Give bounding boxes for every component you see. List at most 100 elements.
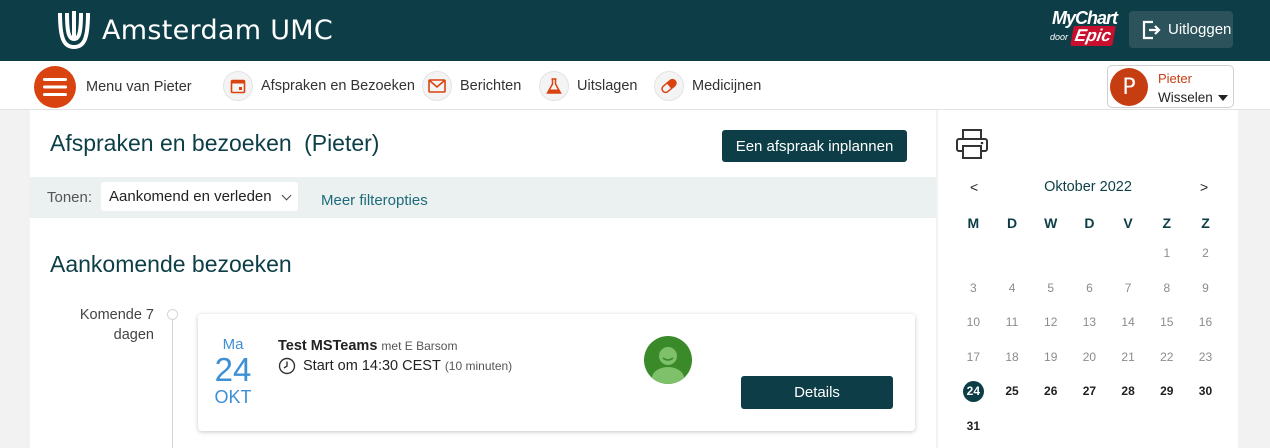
calendar-day: 17	[966, 349, 981, 364]
timeline-line	[172, 319, 173, 448]
calendar-day: 7	[1124, 280, 1132, 295]
appointment-start: Start om 14:30 CEST	[303, 358, 441, 374]
calendar-month: Oktober 2022	[1044, 179, 1132, 195]
calendar-day[interactable]: 26	[1031, 374, 1070, 409]
top-header: Amsterdam UMC MyChart door Epic Uitlogge…	[0, 0, 1270, 61]
avatar: P	[1110, 68, 1148, 106]
calendar-blank	[1070, 236, 1109, 271]
calendar-day: 1	[1163, 246, 1171, 260]
calendar-day: 16	[1198, 315, 1213, 329]
profile-switcher[interactable]: P Pieter Wisselen	[1107, 65, 1234, 108]
nav-item-label: Medicijnen	[692, 78, 762, 94]
calendar-day: 3	[970, 280, 977, 295]
provider-avatar-icon	[644, 336, 692, 384]
calendar-weekday: D	[1084, 215, 1095, 231]
calendar-prev-button[interactable]: <	[970, 179, 978, 195]
calendar-day[interactable]: 31	[954, 409, 993, 444]
nav-bar: Menu van Pieter Afspraken en Bezoeken Be…	[0, 61, 1270, 110]
main-menu-button[interactable]	[34, 66, 76, 108]
appointment-card[interactable]: Ma 24 OKT Test MSTeams met E Barsom Star…	[198, 314, 915, 431]
calendar-icon	[223, 71, 253, 101]
nav-item-medications[interactable]: Medicijnen	[654, 71, 761, 101]
calendar-day: 21	[1121, 349, 1135, 364]
logout-icon	[1142, 20, 1161, 39]
calendar-weekday: D	[1006, 215, 1018, 231]
calendar-day: 2	[1202, 246, 1209, 260]
calendar-day: 18	[1005, 349, 1019, 364]
calendar-day: 5	[1047, 280, 1055, 295]
mychart-by: door	[1050, 32, 1069, 42]
calendar-day[interactable]: 28	[1109, 374, 1148, 409]
appointment-duration: (10 minuten)	[444, 359, 513, 373]
brand-logo[interactable]: Amsterdam UMC	[56, 9, 333, 51]
calendar-day[interactable]: 30	[1186, 374, 1225, 409]
calendar-day: 13	[1082, 315, 1097, 329]
print-button[interactable]	[955, 128, 989, 165]
calendar-day[interactable]: 24	[954, 374, 993, 409]
calendar-day: 19	[1044, 349, 1058, 364]
umc-logo-icon	[58, 11, 90, 50]
page-title: Afspraken en bezoeken (Pieter)	[50, 130, 379, 157]
filter-selected-value: Aankomend en verleden	[109, 188, 272, 205]
appointment-title: Test MSTeams met E Barsom	[278, 338, 457, 354]
filter-select[interactable]: Aankomend en verleden	[101, 182, 298, 211]
calendar-day[interactable]: 27	[1070, 374, 1109, 409]
calendar-day: 15	[1160, 315, 1174, 329]
logout-label: Uitloggen	[1168, 21, 1232, 38]
side-panel: Oktober 2022 < > M D W D V Z Z 1 2 3 4 5 6 7 8 9 10 11 12 1…	[938, 110, 1238, 448]
calendar-day[interactable]: 29	[1147, 374, 1186, 409]
timeline-label: Komende 7 dagen	[79, 307, 154, 343]
nav-item-label: Afspraken en Bezoeken	[261, 78, 415, 94]
calendar-day: 10	[966, 315, 981, 329]
calendar-weekday: V	[1123, 215, 1133, 231]
menu-label[interactable]: Menu van Pieter	[86, 79, 192, 95]
brand-name: Amsterdam UMC	[102, 14, 334, 46]
timeline-dot	[167, 309, 178, 320]
mychart-logo: MyChart door Epic	[1050, 8, 1124, 52]
appointment-provider: met E Barsom	[381, 339, 458, 353]
appointment-date: Ma 24 OKT	[198, 336, 268, 408]
nav-item-messages[interactable]: Berichten	[422, 71, 521, 101]
nav-item-label: Berichten	[460, 78, 522, 94]
calendar-day: 6	[1086, 280, 1093, 295]
nav-item-appointments[interactable]: Afspraken en Bezoeken	[223, 71, 415, 101]
more-filters-link[interactable]: Meer filteropties	[321, 192, 428, 209]
appointment-day-number: 24	[214, 351, 252, 388]
calendar-weekday: W	[1044, 215, 1058, 231]
schedule-appointment-button[interactable]: Een afspraak inplannen	[722, 130, 907, 162]
calendar-day[interactable]: 25	[993, 374, 1032, 409]
clock-icon	[278, 357, 296, 375]
profile-name: Pieter	[1158, 71, 1192, 86]
calendar-day: 14	[1121, 315, 1135, 329]
calendar-day: 20	[1082, 349, 1097, 364]
appointment-title-text: Test MSTeams	[278, 338, 378, 354]
calendar-grid: M D W D V Z Z 1 2 3 4 5 6 7 8 9 10 11 12 13 14 15 16 17 18 19 20 21…	[954, 212, 1226, 443]
pill-icon	[654, 71, 684, 101]
nav-item-results[interactable]: Uitslagen	[539, 71, 637, 101]
epic-word: Epic	[1070, 26, 1116, 46]
calendar-day: 23	[1198, 349, 1213, 364]
calendar-weekday: M	[967, 215, 980, 231]
appointment-month: OKT	[214, 387, 252, 407]
nav-item-label: Uitslagen	[577, 78, 638, 94]
calendar-day: 9	[1202, 280, 1209, 295]
hamburger-icon	[43, 78, 67, 96]
appointment-time: Start om 14:30 CEST (10 minuten)	[278, 357, 512, 375]
filter-label: Tonen:	[47, 189, 93, 206]
calendar-blank	[993, 236, 1032, 271]
logout-button[interactable]: Uitloggen	[1129, 11, 1233, 48]
envelope-icon	[422, 71, 452, 101]
details-button[interactable]: Details	[741, 376, 893, 409]
calendar-day: 12	[1044, 315, 1058, 329]
filter-bar: Tonen: Aankomend en verleden Meer filter…	[30, 177, 936, 218]
calendar-next-button[interactable]: >	[1200, 179, 1208, 195]
flask-icon	[539, 71, 569, 101]
calendar-day: 22	[1160, 349, 1174, 364]
caret-down-icon	[1218, 95, 1228, 101]
calendar-day: 8	[1163, 280, 1171, 295]
printer-icon	[956, 129, 988, 159]
calendar-day: 11	[1005, 315, 1019, 329]
calendar-weekday: Z	[1201, 215, 1210, 231]
calendar-blank	[954, 236, 993, 271]
chevron-down-icon	[281, 190, 292, 201]
